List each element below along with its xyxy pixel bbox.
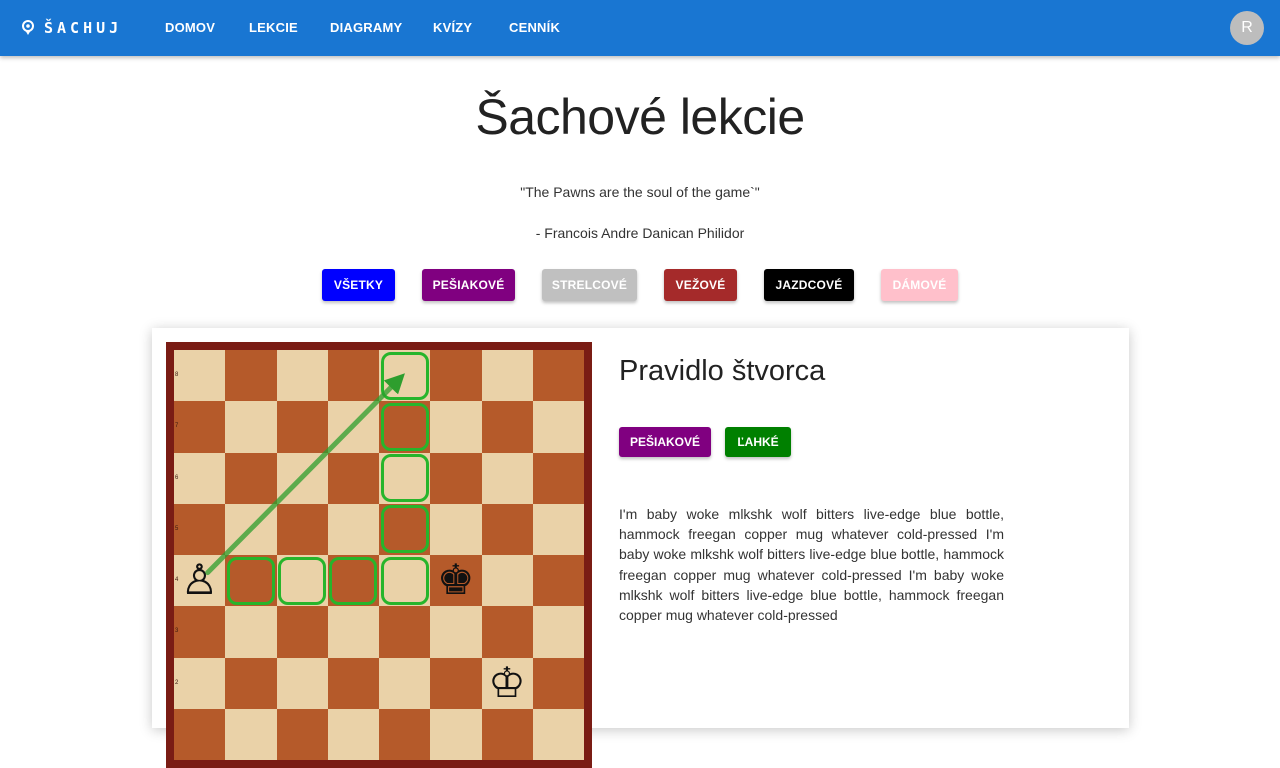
quote-text: "The Pawns are the soul of the game`" [520,184,760,200]
filter-button-queens[interactable]: DÁMOVÉ [881,269,958,301]
chess-pawn-icon [22,20,34,35]
nav-item-diagramy[interactable]: DIAGRAMY [330,20,402,35]
logo-text: ŠACHUJ [44,19,123,37]
filter-button-knights[interactable]: JAZDCOVÉ [764,269,854,301]
nav-item-domov[interactable]: DOMOV [165,20,215,35]
chess-board-frame: 8765432 ♙ ♚ ♔ [166,342,592,768]
filter-button-all[interactable]: VŠETKY [322,269,395,301]
chess-board: 8765432 ♙ ♚ ♔ [174,350,584,760]
nav-item-lekcie[interactable]: LEKCIE [249,20,298,35]
nav-item-kvizy[interactable]: KVÍZY [433,20,472,35]
logo[interactable]: ŠACHUJ [20,17,122,39]
lesson-description: I'm baby woke mlkshk wolf bitters live-e… [619,506,1004,624]
user-avatar[interactable]: R [1230,11,1264,45]
lesson-title: Pravidlo štvorca [619,355,826,387]
white-pawn-icon[interactable]: ♙ [174,555,225,606]
top-app-bar: ŠACHUJ DOMOV LEKCIE DIAGRAMY KVÍZY CENNÍ… [0,0,1280,56]
filter-button-rooks[interactable]: VEŽOVÉ [664,269,737,301]
tag-easy[interactable]: ĽAHKÉ [725,427,791,457]
nav-item-cennik[interactable]: CENNÍK [509,20,560,35]
tag-pawns[interactable]: PEŠIAKOVÉ [619,427,711,457]
white-king-icon[interactable]: ♔ [482,658,533,709]
black-king-icon[interactable]: ♚ [430,555,481,606]
filter-button-pawns[interactable]: PEŠIAKOVÉ [422,269,515,301]
page-title: Šachové lekcie [475,89,805,145]
quote-author: - Francois Andre Danican Philidor [535,225,745,241]
lesson-card[interactable]: 8765432 ♙ ♚ ♔ Pravidlo štvorca PEŠIAKOVÉ Ľ… [152,328,1129,768]
filter-button-bishops[interactable]: STRELCOVÉ [542,269,637,301]
